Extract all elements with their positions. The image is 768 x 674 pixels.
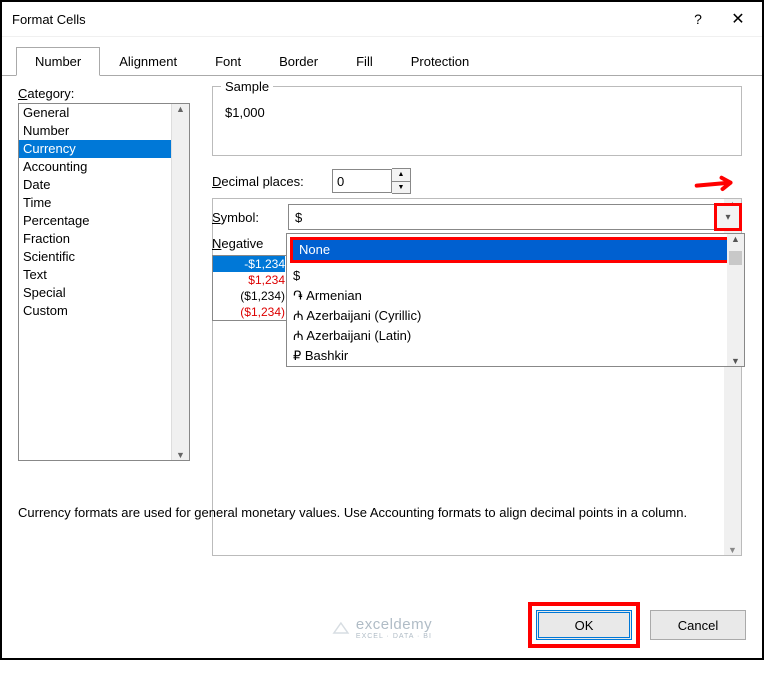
symbol-option[interactable]: ₼ Azerbaijani (Latin) — [287, 326, 727, 346]
format-description: Currency formats are used for general mo… — [18, 504, 746, 522]
category-item[interactable]: Special — [19, 284, 189, 302]
symbol-option[interactable]: $ — [287, 266, 727, 286]
tab-border[interactable]: Border — [260, 47, 337, 75]
sample-group: Sample $1,000 — [212, 86, 742, 156]
category-item[interactable]: Text — [19, 266, 189, 284]
dialog-title: Format Cells — [12, 12, 678, 27]
decimal-input[interactable] — [332, 169, 392, 193]
help-button[interactable]: ? — [678, 4, 718, 34]
ok-button[interactable]: OK — [536, 610, 632, 640]
button-bar: OK Cancel — [528, 602, 746, 648]
tab-strip: Number Alignment Font Border Fill Protec… — [2, 37, 762, 76]
watermark-text: exceldemy EXCEL · DATA · BI — [356, 616, 432, 640]
negative-option[interactable]: ($1,234) — [213, 288, 285, 304]
symbol-option[interactable]: None — [293, 240, 738, 260]
sample-label: Sample — [221, 79, 273, 94]
category-item[interactable]: Scientific — [19, 248, 189, 266]
symbol-option[interactable]: ₽ Bashkir — [287, 346, 727, 366]
watermark-icon — [332, 619, 350, 637]
negative-label: Negative — [212, 236, 288, 251]
symbol-dropdown-popup[interactable]: None $ ֏ Armenian ₼ Azerbaijani (Cyrilli… — [286, 233, 745, 367]
spinner-up-icon[interactable]: ▲ — [392, 169, 410, 182]
category-item[interactable]: Fraction — [19, 230, 189, 248]
decimal-row: Decimal places: ▲ ▼ — [212, 168, 742, 194]
symbol-option[interactable]: ֏ Armenian — [287, 286, 727, 306]
category-item[interactable]: Accounting — [19, 158, 189, 176]
right-column: Sample $1,000 Decimal places: ▲ ▼ Symbol… — [212, 86, 742, 321]
symbol-option[interactable]: ₼ Azerbaijani (Cyrillic) — [287, 306, 727, 326]
category-item[interactable]: Percentage — [19, 212, 189, 230]
watermark: exceldemy EXCEL · DATA · BI — [332, 616, 432, 640]
category-item[interactable]: Time — [19, 194, 189, 212]
spinner-down-icon[interactable]: ▼ — [392, 182, 410, 194]
decimal-spinner[interactable]: ▲ ▼ — [392, 168, 411, 194]
close-button[interactable]: ✕ — [718, 4, 758, 34]
cancel-button[interactable]: Cancel — [650, 610, 746, 640]
dropdown-scrollbar[interactable]: ▲ ▼ — [727, 234, 744, 366]
tab-alignment[interactable]: Alignment — [100, 47, 196, 75]
decimal-label: Decimal places: — [212, 174, 332, 189]
tab-fill[interactable]: Fill — [337, 47, 392, 75]
dropdown-selected-highlight: None — [290, 237, 741, 263]
chevron-down-icon: ▾ — [725, 212, 730, 223]
tab-protection[interactable]: Protection — [392, 47, 489, 75]
symbol-row: Symbol: $ ▾ — [212, 204, 742, 230]
category-scrollbar[interactable]: ▲ ▼ — [171, 104, 189, 460]
tab-number[interactable]: Number — [16, 47, 100, 76]
chevron-up-icon: ▲ — [731, 234, 740, 244]
category-listbox[interactable]: General Number Currency Accounting Date … — [18, 103, 190, 461]
symbol-value: $ — [295, 210, 302, 225]
symbol-dropdown[interactable]: $ ▾ — [288, 204, 742, 230]
format-cells-dialog: Format Cells ? ✕ Number Alignment Font B… — [0, 0, 764, 660]
chevron-up-icon: ▲ — [176, 104, 185, 114]
symbol-label: Symbol: — [212, 210, 288, 225]
category-item[interactable]: Date — [19, 176, 189, 194]
scrollbar-thumb[interactable] — [729, 251, 742, 265]
sample-value: $1,000 — [225, 105, 731, 120]
negative-option[interactable]: $1,234 — [213, 272, 285, 288]
negative-option[interactable]: -$1,234 — [213, 256, 285, 272]
category-item[interactable]: Number — [19, 122, 189, 140]
dropdown-arrow-button[interactable]: ▾ — [714, 203, 742, 231]
chevron-down-icon: ▼ — [176, 450, 185, 460]
negative-option[interactable]: ($1,234) — [213, 304, 285, 320]
ok-highlight-annotation: OK — [528, 602, 640, 648]
category-item[interactable]: Custom — [19, 302, 189, 320]
category-item[interactable]: Currency — [19, 140, 189, 158]
category-item[interactable]: General — [19, 104, 189, 122]
titlebar: Format Cells ? ✕ — [2, 2, 762, 37]
chevron-down-icon: ▼ — [731, 356, 740, 366]
negative-listbox[interactable]: -$1,234 $1,234 ($1,234) ($1,234) — [212, 255, 289, 321]
tab-font[interactable]: Font — [196, 47, 260, 75]
chevron-down-icon: ▼ — [728, 545, 737, 555]
